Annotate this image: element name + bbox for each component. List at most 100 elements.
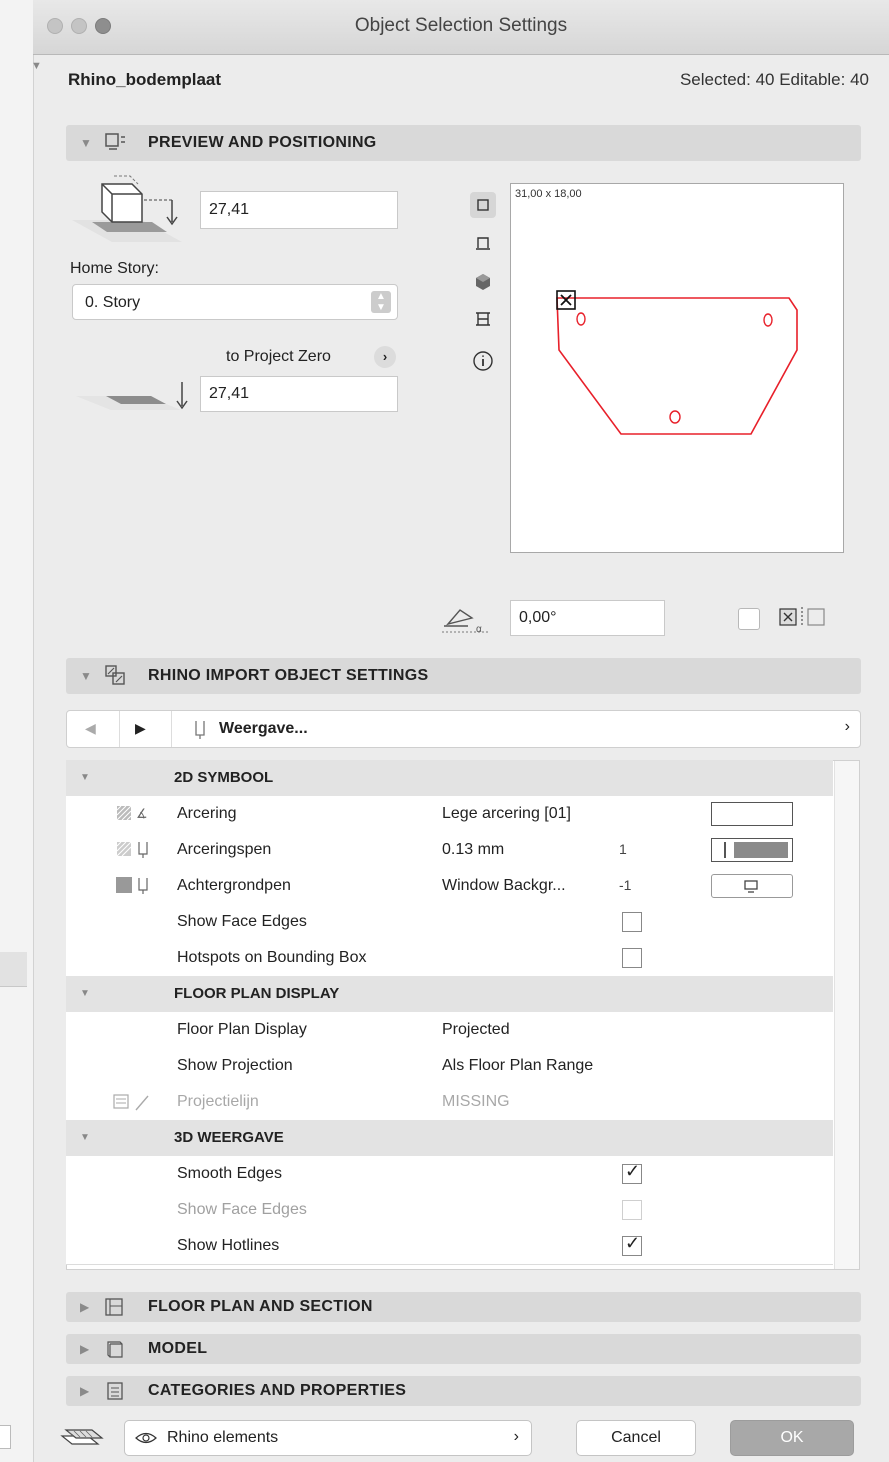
table-row[interactable]: Achtergrondpen Window Backgr... -1 bbox=[66, 868, 833, 905]
row-name: Arceringspen bbox=[177, 841, 272, 858]
fill-pattern-icon bbox=[116, 841, 132, 857]
nav-chevron-icon[interactable]: › bbox=[845, 718, 850, 736]
pen-swatch[interactable] bbox=[711, 838, 793, 862]
model-icon bbox=[107, 1341, 123, 1358]
table-row[interactable]: Floor Plan Display Projected bbox=[66, 1012, 833, 1049]
table-row[interactable]: Show Projection Als Floor Plan Range bbox=[66, 1048, 833, 1085]
checkmark-icon: ✓ bbox=[625, 1161, 641, 1181]
pen-index: -1 bbox=[619, 877, 632, 893]
home-story-select[interactable]: 0. Story ▲ ▼ bbox=[72, 284, 398, 320]
row-value[interactable]: Window Backgr... bbox=[442, 877, 566, 895]
pen-icon bbox=[138, 878, 148, 894]
table-row[interactable]: Show Face Edges bbox=[66, 904, 833, 941]
window-background-swatch[interactable] bbox=[711, 874, 793, 898]
pen-index: 1 bbox=[619, 841, 627, 857]
section-label: PREVIEW AND POSITIONING bbox=[148, 134, 377, 151]
selection-info: Selected: 40 Editable: 40 bbox=[679, 70, 869, 89]
pen-marker bbox=[724, 842, 726, 858]
background-window-field bbox=[0, 1425, 11, 1449]
to-project-zero-label: to Project Zero bbox=[226, 348, 331, 365]
row-name: Projectielijn bbox=[177, 1093, 259, 1110]
group-triangle-icon: ▼ bbox=[80, 988, 90, 999]
show-face-edges-checkbox[interactable] bbox=[622, 912, 642, 932]
row-name: Achtergrondpen bbox=[177, 877, 291, 894]
row-name: Arcering bbox=[177, 805, 237, 822]
projection-line-icon bbox=[113, 1094, 149, 1111]
table-row[interactable]: Hotspots on Bounding Box bbox=[66, 940, 833, 977]
fill-swatch[interactable] bbox=[711, 802, 793, 826]
layer-select[interactable]: Rhino elements › bbox=[124, 1420, 532, 1456]
section-floor-plan-and-section[interactable]: ▶ FLOOR PLAN AND SECTION bbox=[66, 1292, 861, 1322]
mirror-icon bbox=[779, 607, 825, 627]
section-preview-positioning[interactable]: ▼ PREVIEW AND POSITIONING bbox=[66, 125, 861, 161]
checkmark-icon: ✓ bbox=[625, 1233, 641, 1253]
fill-pattern-icon bbox=[116, 805, 132, 821]
layer-chevron-icon: › bbox=[513, 1428, 519, 1445]
view-2d-button[interactable] bbox=[470, 192, 496, 218]
pen-color-bar bbox=[734, 842, 788, 858]
3d-view-icon[interactable] bbox=[470, 268, 496, 294]
nav-page-label[interactable]: Weergave... bbox=[219, 720, 308, 738]
table-row[interactable]: Smooth Edges ✓ bbox=[66, 1156, 833, 1193]
rhino-settings-icon bbox=[105, 665, 125, 685]
section-categories-properties[interactable]: ▶ CATEGORIES AND PROPERTIES bbox=[66, 1376, 861, 1406]
eye-icon bbox=[135, 1432, 157, 1444]
svg-text:α: α bbox=[476, 624, 482, 635]
section-view-icon[interactable] bbox=[470, 230, 496, 256]
row-value[interactable]: Als Floor Plan Range bbox=[442, 1057, 593, 1075]
section-rhino-import[interactable]: ▼ RHINO IMPORT OBJECT SETTINGS bbox=[66, 658, 861, 694]
project-zero-input[interactable]: 27,41 bbox=[200, 376, 398, 412]
nav-back-button[interactable]: ◀ bbox=[85, 720, 96, 737]
stepper-arrows-icon: ▲ ▼ bbox=[371, 291, 391, 313]
preview-shape bbox=[556, 290, 798, 435]
mirror-checkbox[interactable] bbox=[738, 608, 760, 630]
group-triangle-icon: ▼ bbox=[80, 772, 90, 783]
expand-triangle-icon: ▼ bbox=[80, 136, 92, 150]
group-header[interactable]: ▼ 2D SYMBOOL bbox=[66, 760, 833, 797]
section-label: FLOOR PLAN AND SECTION bbox=[148, 1298, 373, 1315]
row-value[interactable]: Lege arcering [01] bbox=[442, 805, 571, 823]
layer-icon bbox=[60, 1429, 104, 1445]
info-icon[interactable] bbox=[470, 348, 496, 374]
window-title: Object Selection Settings bbox=[354, 15, 568, 36]
table-row[interactable]: Arceringspen 0.13 mm 1 bbox=[66, 832, 833, 869]
preview-canvas: 31,00 x 18,00 bbox=[510, 183, 844, 553]
title-bar: Object Selection Settings bbox=[33, 0, 889, 55]
pen-icon bbox=[195, 721, 205, 739]
show-hotlines-checkbox[interactable]: ✓ bbox=[622, 1233, 642, 1256]
expand-triangle-icon: ▼ bbox=[80, 669, 92, 683]
floor-plan-section-icon bbox=[105, 1298, 123, 1316]
cancel-button[interactable]: Cancel bbox=[576, 1420, 696, 1456]
rotation-input[interactable]: 0,00° bbox=[510, 600, 665, 636]
parameter-navigation-bar: ◀ ▶ Weergave... › bbox=[66, 710, 861, 748]
plan-view-icon bbox=[477, 199, 489, 211]
project-zero-icon bbox=[76, 382, 188, 410]
row-value: MISSING bbox=[442, 1093, 510, 1110]
smooth-edges-checkbox[interactable]: ✓ bbox=[622, 1161, 642, 1184]
elevation-to-story-icon bbox=[72, 175, 182, 242]
elevation-input[interactable]: 27,41 bbox=[200, 191, 398, 229]
ok-button[interactable]: OK bbox=[730, 1420, 854, 1456]
layer-label: Rhino elements bbox=[167, 1429, 279, 1446]
elevation-view-icon[interactable] bbox=[470, 306, 496, 332]
row-name: Smooth Edges bbox=[177, 1165, 282, 1182]
table-scrollbar[interactable] bbox=[834, 761, 859, 1269]
hotspots-bounding-box-checkbox[interactable] bbox=[622, 948, 642, 968]
group-header[interactable]: ▼ FLOOR PLAN DISPLAY bbox=[66, 976, 833, 1013]
collapse-arrow-icon[interactable]: ▼ bbox=[31, 60, 42, 72]
row-name: Hotspots on Bounding Box bbox=[177, 949, 367, 966]
row-name: Show Hotlines bbox=[177, 1237, 280, 1254]
table-row[interactable]: ∡ Arcering Lege arcering [01] bbox=[66, 796, 833, 833]
section-label: CATEGORIES AND PROPERTIES bbox=[148, 1382, 407, 1399]
preview-positioning-icon bbox=[105, 133, 125, 150]
nav-forward-button[interactable]: ▶ bbox=[135, 720, 146, 737]
project-zero-toggle-button[interactable]: › bbox=[374, 346, 396, 368]
group-header[interactable]: ▼ 3D WEERGAVE bbox=[66, 1120, 833, 1157]
row-name: Show Face Edges bbox=[177, 913, 307, 930]
table-row[interactable]: Show Hotlines ✓ bbox=[66, 1228, 833, 1265]
section-label: MODEL bbox=[148, 1340, 208, 1357]
section-model[interactable]: ▶ MODEL bbox=[66, 1334, 861, 1364]
row-value[interactable]: Projected bbox=[442, 1021, 510, 1039]
row-value[interactable]: 0.13 mm bbox=[442, 841, 504, 859]
rotation-angle-icon: α bbox=[442, 609, 490, 635]
